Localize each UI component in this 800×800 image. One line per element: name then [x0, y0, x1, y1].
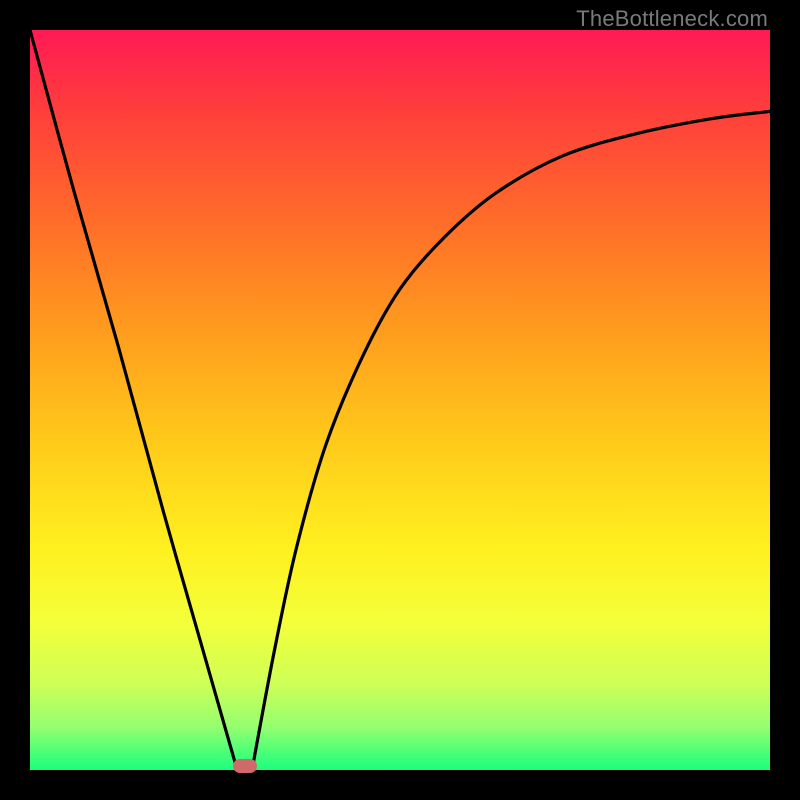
plot-area [30, 30, 770, 770]
minimum-marker [233, 759, 257, 773]
curves-layer [30, 30, 770, 770]
right-branch-curve [252, 111, 770, 770]
chart-container: TheBottleneck.com [0, 0, 800, 800]
left-branch-curve [30, 30, 237, 770]
watermark-label: TheBottleneck.com [576, 6, 768, 32]
